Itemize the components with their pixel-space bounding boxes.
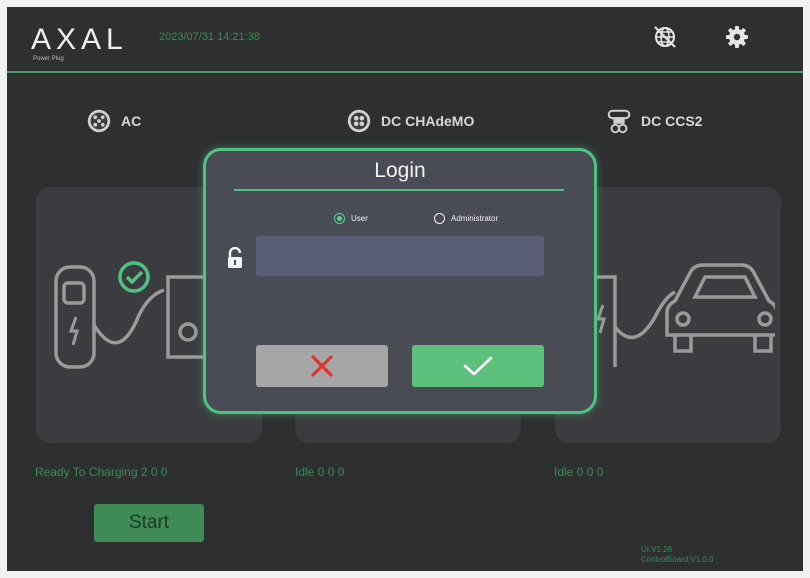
status-ac: Ready To Charging 2 0 0 xyxy=(35,465,168,479)
password-input[interactable] xyxy=(256,236,544,276)
ac-type2-connector-icon xyxy=(87,109,111,133)
start-button[interactable]: Start xyxy=(94,504,204,542)
connector-header-ac: AC xyxy=(85,105,141,137)
cancel-button[interactable] xyxy=(256,345,388,387)
radio-user[interactable]: User xyxy=(334,213,368,224)
ccs2-connector-icon xyxy=(607,109,631,134)
connector-header-ccs2: DC CCS2 xyxy=(605,105,702,137)
version-info: UI:V1.26 ControlBoard:V1.0.0 xyxy=(641,545,714,565)
connector-label-ccs2: DC CCS2 xyxy=(641,113,703,129)
globe-icon[interactable] xyxy=(651,23,679,51)
controlboard-version: ControlBoard:V1.0.0 xyxy=(641,555,714,564)
check-icon xyxy=(463,356,493,376)
top-bar: AXAL Power Plug 2023/07/31 14:21:38 xyxy=(7,7,803,73)
radio-user-selected-icon[interactable] xyxy=(334,213,345,224)
datetime-display: 2023/07/31 14:21:38 xyxy=(159,31,260,43)
connector-header-chademo: DC CHAdeMO xyxy=(345,105,474,137)
radio-admin-unselected-icon[interactable] xyxy=(434,213,445,224)
radio-administrator[interactable]: Administrator xyxy=(434,213,498,224)
status-ccs2: Idle 0 0 0 xyxy=(554,465,604,479)
logo-subtext: Power Plug xyxy=(33,56,64,62)
login-dialog: Login User Administrator xyxy=(203,148,597,414)
confirm-button[interactable] xyxy=(412,345,544,387)
x-icon xyxy=(311,355,333,377)
ui-version: UI:V1.26 xyxy=(641,545,673,554)
connector-label-chademo: DC CHAdeMO xyxy=(381,113,475,129)
chademo-connector-icon xyxy=(347,109,371,133)
radio-admin-label: Administrator xyxy=(451,214,499,223)
charger-screen: AXAL Power Plug 2023/07/31 14:21:38 AC D… xyxy=(7,7,803,571)
radio-user-label: User xyxy=(351,214,368,223)
title-divider xyxy=(234,189,564,191)
connector-label-ac: AC xyxy=(121,113,142,129)
status-chademo: Idle 0 0 0 xyxy=(295,465,345,479)
dialog-title: Login xyxy=(374,159,426,182)
charger-car-idle-icon xyxy=(595,263,775,367)
unlock-icon xyxy=(228,247,242,268)
axal-logo: AXAL xyxy=(31,23,128,56)
gear-icon[interactable] xyxy=(723,23,751,51)
